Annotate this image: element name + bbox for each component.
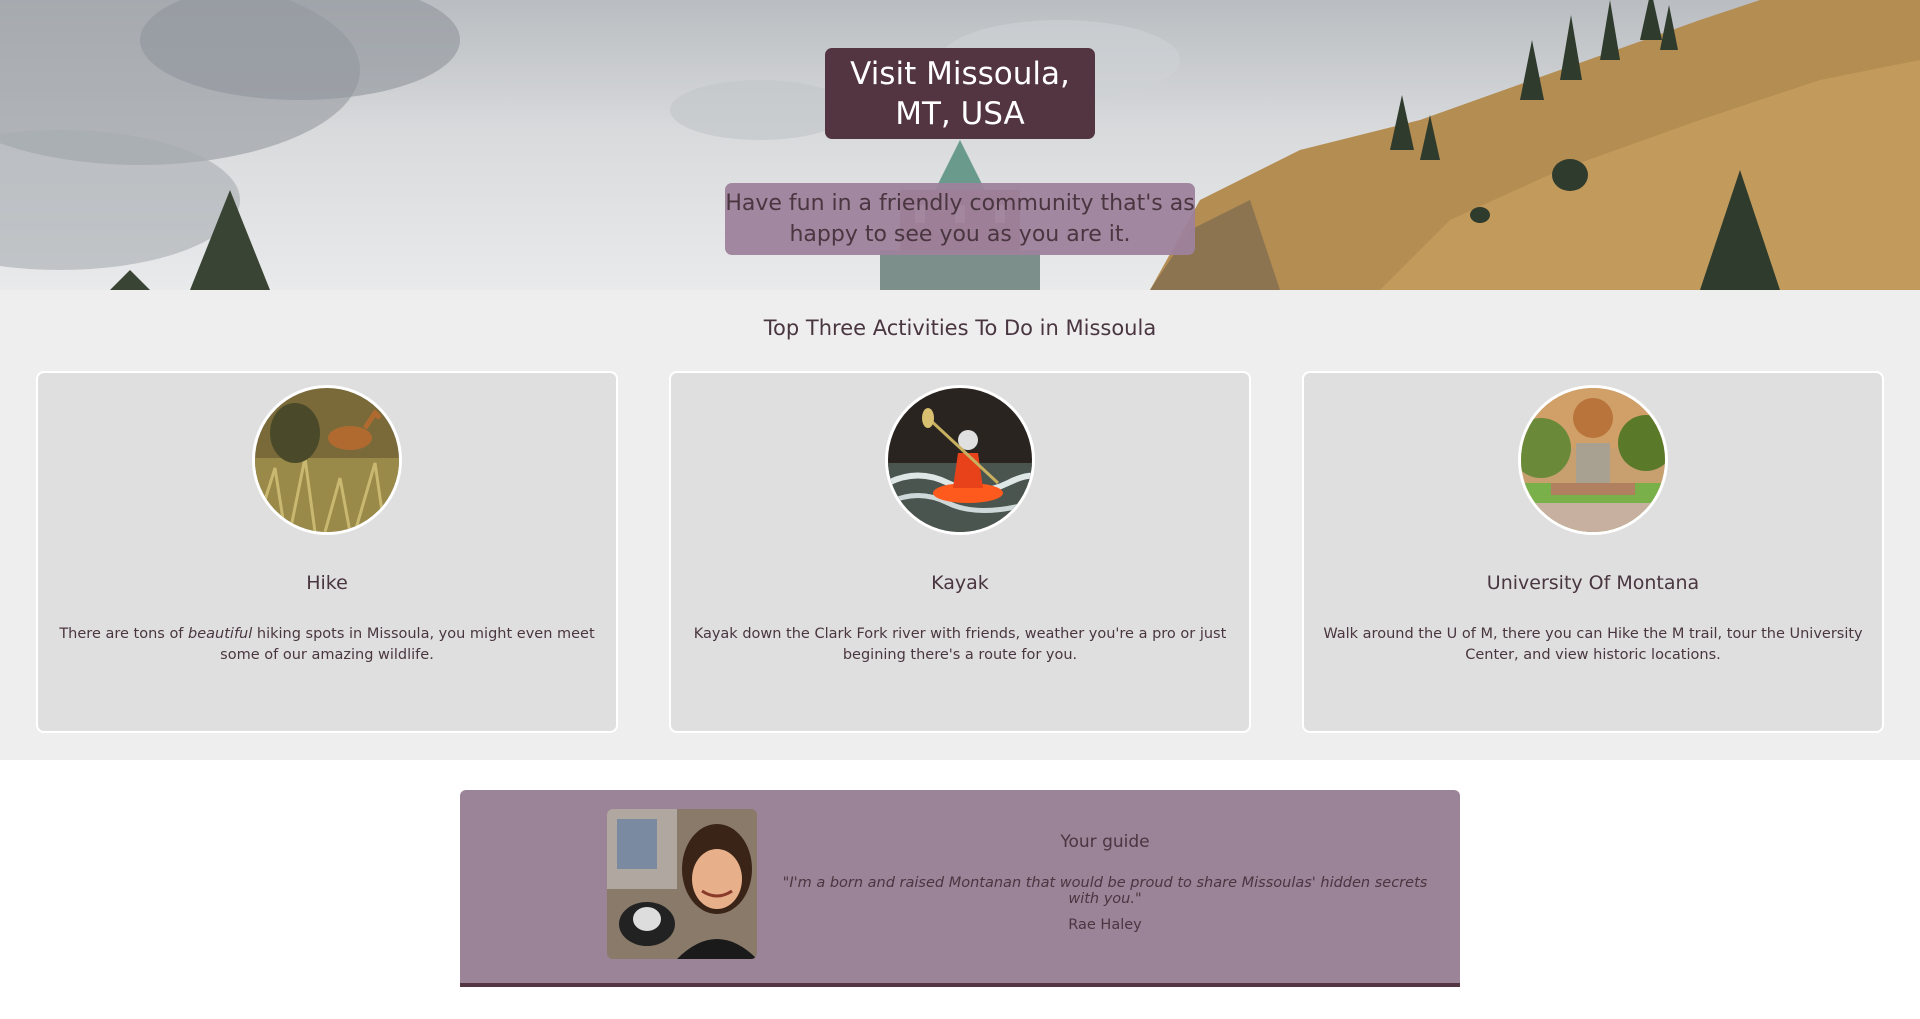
kayak-image [885,385,1035,535]
guide-title: Your guide [1060,832,1150,852]
section-title: Top Three Activities To Do in Missoula [763,316,1157,340]
activity-card-kayak: Kayak Kayak down the Clark Fork river wi… [669,371,1251,733]
card-description: Kayak down the Clark Fork river with fri… [693,626,1227,663]
activity-card-hike: Hike There are tons of beautiful hiking … [36,371,618,733]
hike-image [252,385,402,535]
guide-section: Your guide "I'm a born and raised Montan… [0,760,1920,1019]
card-title: Hike [306,572,348,594]
card-description: Walk around the U of M, there you can Hi… [1323,626,1863,663]
hero-banner: Visit Missoula, MT, USA Have fun in a fr… [0,0,1920,290]
guide-card: Your guide "I'm a born and raised Montan… [460,790,1460,987]
activities-section: Top Three Activities To Do in Missoula H… [0,290,1920,760]
card-title: University Of Montana [1486,572,1700,594]
guide-photo [607,809,757,959]
emphasis-text: beautiful [188,626,253,642]
university-image [1518,385,1668,535]
guide-name: Rae Haley [1068,917,1142,933]
guide-quote: "I'm a born and raised Montanan that wou… [782,875,1428,907]
hero-title: Visit Missoula, MT, USA [825,48,1095,139]
card-title: Kayak [931,572,989,594]
card-description: There are tons of beautiful hiking spots… [59,626,595,663]
activity-card-university: University Of Montana Walk around the U … [1302,371,1884,733]
hero-subtitle: Have fun in a friendly community that's … [725,183,1195,255]
